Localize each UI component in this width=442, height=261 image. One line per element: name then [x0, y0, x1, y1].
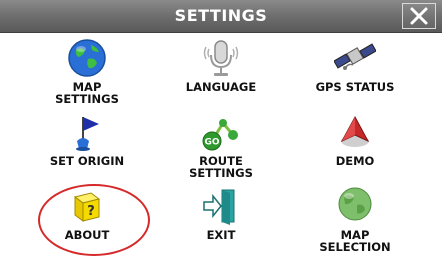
map-globe-icon	[334, 185, 376, 227]
close-button[interactable]	[402, 3, 436, 29]
language-button[interactable]: LANGUAGE	[154, 35, 288, 109]
exit-button[interactable]: EXIT	[154, 183, 288, 257]
map-selection-label: MAP SELECTION	[319, 228, 391, 254]
settings-window: SETTINGS MAP SETTINGS LANGUAGE GPS STATU…	[0, 0, 442, 261]
close-icon	[410, 7, 428, 25]
svg-text:GO: GO	[204, 138, 219, 148]
microphone-icon	[200, 37, 242, 79]
set-origin-label: SET ORIGIN	[49, 154, 125, 168]
demo-label: DEMO	[335, 154, 375, 168]
satellite-icon	[334, 37, 376, 79]
map-settings-button[interactable]: MAP SETTINGS	[20, 35, 154, 109]
gps-status-label: GPS STATUS	[315, 80, 395, 94]
about-highlight-circle	[38, 184, 150, 256]
route-settings-button[interactable]: GO ROUTE SETTINGS	[154, 109, 288, 183]
exit-label: EXIT	[206, 228, 236, 242]
map-selection-button[interactable]: MAP SELECTION	[288, 183, 422, 257]
route-nodes-icon: GO	[200, 111, 242, 153]
language-label: LANGUAGE	[185, 80, 257, 94]
exit-door-icon	[200, 185, 242, 227]
route-settings-label: ROUTE SETTINGS	[189, 154, 253, 180]
demo-button[interactable]: DEMO	[288, 109, 422, 183]
globe-icon	[66, 37, 108, 79]
window-title: SETTINGS	[174, 6, 268, 25]
set-origin-button[interactable]: SET ORIGIN	[20, 109, 154, 183]
title-bar: SETTINGS	[0, 0, 442, 33]
flag-icon	[66, 111, 108, 153]
map-settings-label: MAP SETTINGS	[55, 80, 119, 106]
gps-status-button[interactable]: GPS STATUS	[288, 35, 422, 109]
navigation-arrow-icon	[334, 111, 376, 153]
